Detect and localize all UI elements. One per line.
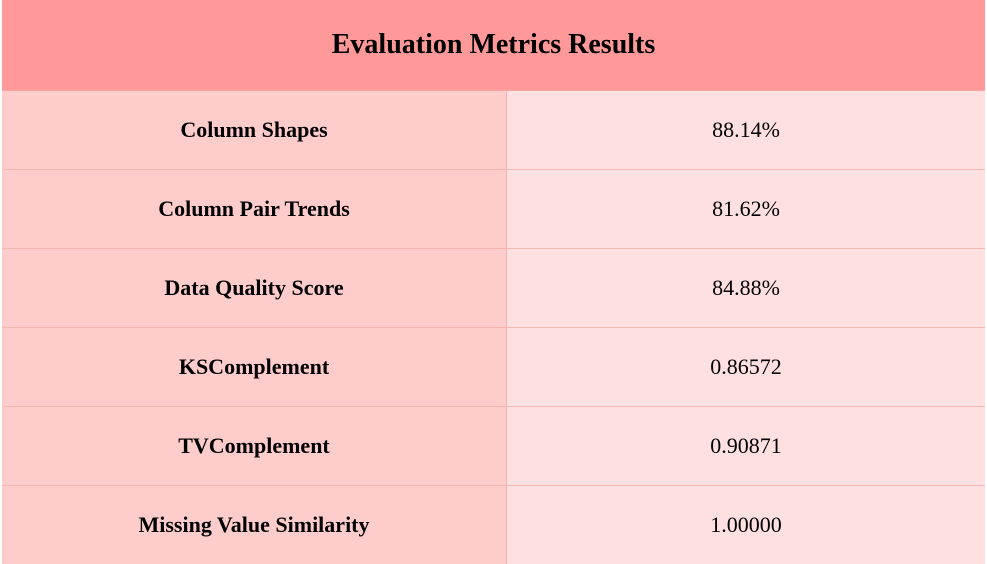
metric-value: 1.00000	[507, 486, 985, 564]
table-header: Evaluation Metrics Results	[2, 0, 985, 91]
metric-value: 0.90871	[507, 407, 985, 485]
table-row: Column Shapes 88.14%	[2, 91, 985, 170]
table-row: Missing Value Similarity 1.00000	[2, 486, 985, 564]
table-title: Evaluation Metrics Results	[331, 29, 656, 60]
table-row: Column Pair Trends 81.62%	[2, 170, 985, 249]
metric-value: 88.14%	[507, 91, 985, 169]
table-body: Column Shapes 88.14% Column Pair Trends …	[2, 91, 985, 564]
metric-name: Missing Value Similarity	[2, 486, 507, 564]
metric-name: TVComplement	[2, 407, 507, 485]
metrics-table: Evaluation Metrics Results Column Shapes…	[2, 0, 985, 564]
metric-value: 0.86572	[507, 328, 985, 406]
metric-value: 84.88%	[507, 249, 985, 327]
metric-name: Data Quality Score	[2, 249, 507, 327]
table-row: TVComplement 0.90871	[2, 407, 985, 486]
metric-value: 81.62%	[507, 170, 985, 248]
table-row: KSComplement 0.86572	[2, 328, 985, 407]
table-row: Data Quality Score 84.88%	[2, 249, 985, 328]
metric-name: Column Shapes	[2, 91, 507, 169]
metric-name: KSComplement	[2, 328, 507, 406]
metric-name: Column Pair Trends	[2, 170, 507, 248]
